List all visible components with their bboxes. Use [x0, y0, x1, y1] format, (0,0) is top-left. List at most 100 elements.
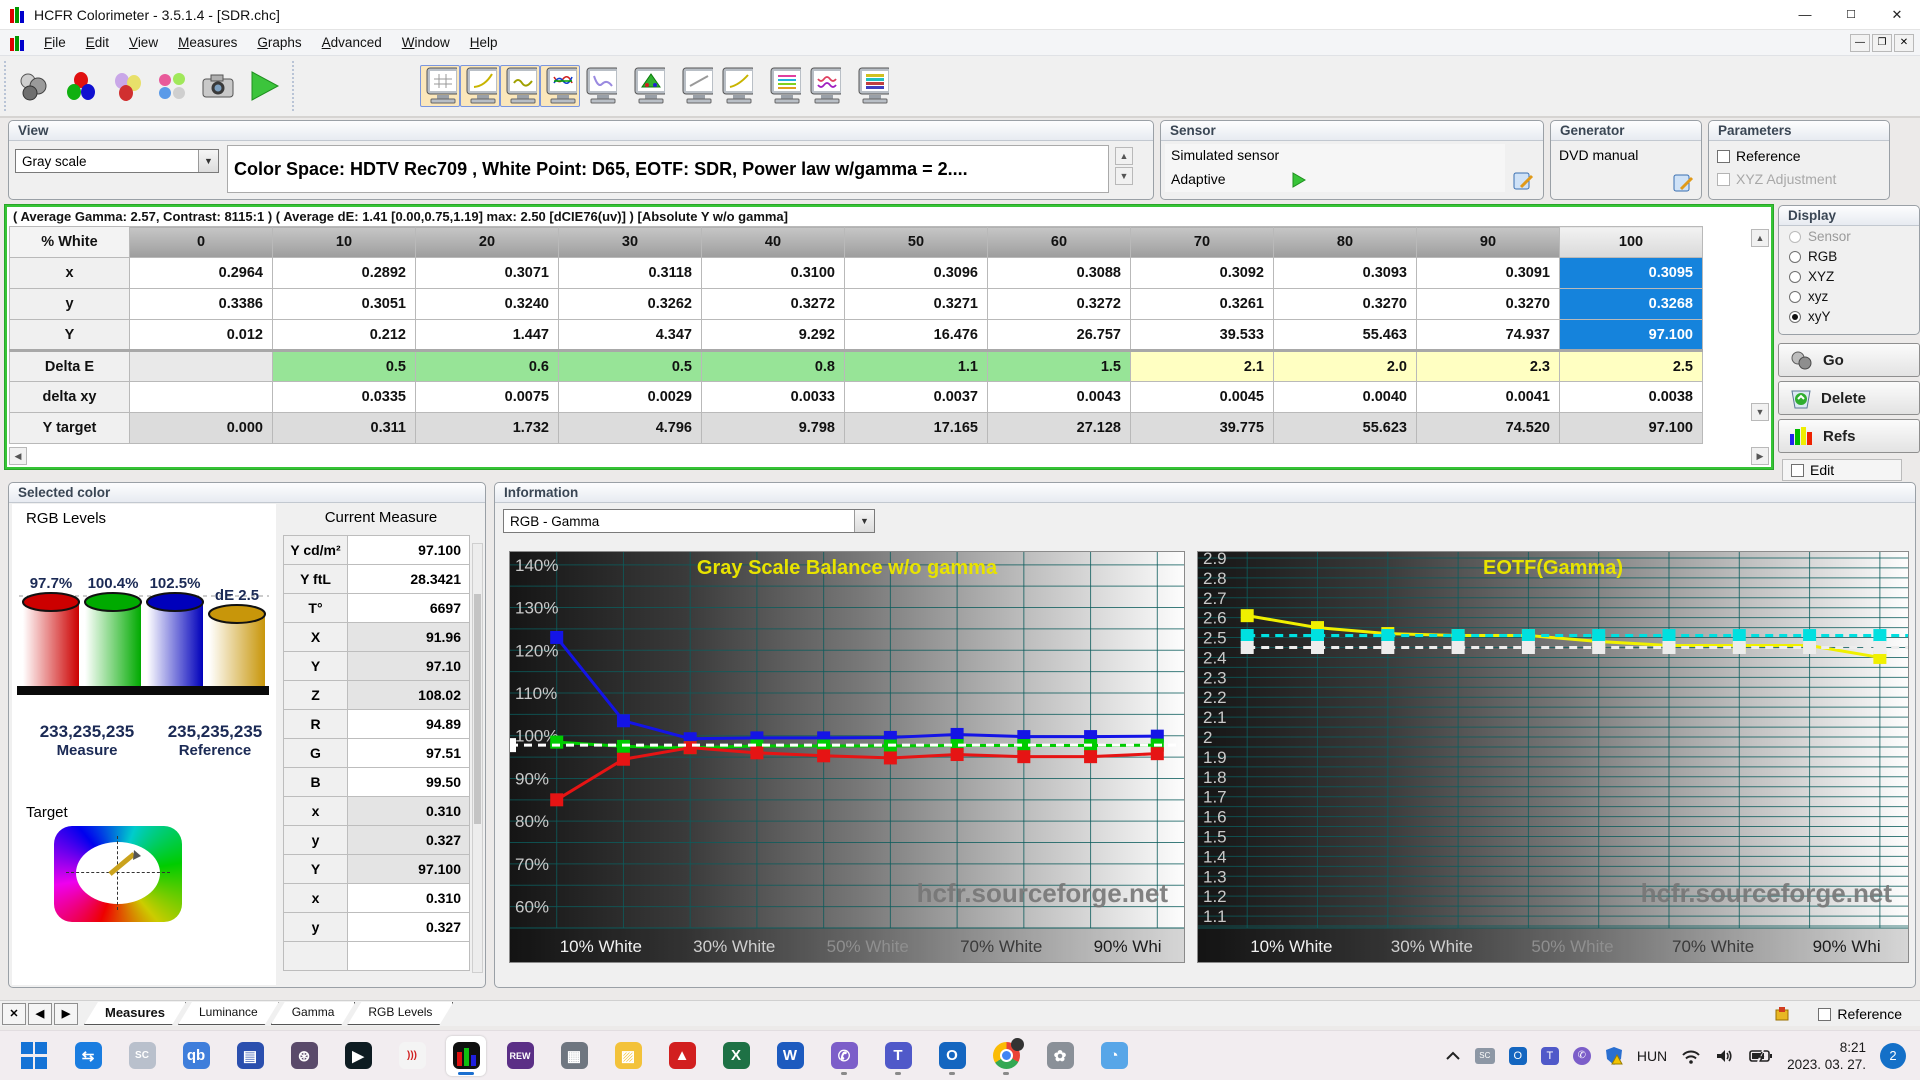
- taskbar-acrobat-icon[interactable]: ▲: [662, 1036, 702, 1076]
- measure-cell[interactable]: 0.3071: [415, 257, 559, 289]
- measure-cell[interactable]: 27.128: [987, 412, 1131, 444]
- wifi-icon[interactable]: [1681, 1048, 1701, 1064]
- measures-column-30[interactable]: 30: [558, 226, 702, 258]
- tab-luminance[interactable]: Luminance: [178, 1002, 279, 1025]
- maximize-button[interactable]: ☐: [1828, 0, 1874, 30]
- measure-cell[interactable]: 0.0335: [272, 381, 416, 413]
- close-button[interactable]: ✕: [1874, 0, 1920, 30]
- measure-cell[interactable]: 0.3095: [1559, 257, 1703, 289]
- menu-item-help[interactable]: Help: [460, 32, 508, 53]
- grayscale-spheres-button[interactable]: [12, 61, 58, 111]
- speaker-icon[interactable]: [1715, 1048, 1735, 1064]
- measure-cell[interactable]: 0.0038: [1559, 381, 1703, 413]
- measure-cell[interactable]: 55.623: [1273, 412, 1417, 444]
- measure-cell[interactable]: 1.5: [987, 349, 1131, 382]
- primary-colors-button[interactable]: [58, 61, 104, 111]
- refs-button[interactable]: Refs: [1778, 419, 1920, 453]
- tabs-next-button[interactable]: ▶: [54, 1002, 78, 1025]
- saturation-view-button[interactable]: [804, 65, 844, 107]
- cm-value[interactable]: 0.327: [347, 825, 470, 855]
- measure-cell[interactable]: 9.798: [701, 412, 845, 444]
- measure-cell[interactable]: 0.3272: [987, 288, 1131, 320]
- measure-cell[interactable]: 0.2964: [129, 257, 273, 289]
- gamma-curve-view-button[interactable]: [460, 65, 500, 107]
- mdi-close-button[interactable]: ✕: [1894, 33, 1914, 52]
- measure-cell[interactable]: 0.311: [272, 412, 416, 444]
- measure-grid-view-button[interactable]: [852, 65, 892, 107]
- taskbar-calculator-icon[interactable]: ▦: [554, 1036, 594, 1076]
- cm-value[interactable]: 0.327: [347, 912, 470, 942]
- measure-cell[interactable]: 0.3268: [1559, 288, 1703, 320]
- secondary-colors-button[interactable]: [104, 61, 150, 111]
- tray-screenconnect-icon[interactable]: SC: [1474, 1047, 1495, 1064]
- taskbar-file-explorer-icon[interactable]: ▨: [608, 1036, 648, 1076]
- go-button[interactable]: Go: [1778, 343, 1920, 377]
- measure-cell[interactable]: 9.292: [701, 319, 845, 351]
- measure-cell[interactable]: 0.3271: [844, 288, 988, 320]
- rgb-levels-view-button[interactable]: [540, 65, 580, 107]
- measure-cell[interactable]: 0.0043: [987, 381, 1131, 413]
- cm-value[interactable]: 97.51: [347, 738, 470, 768]
- cie-gamut-view-button[interactable]: [628, 65, 668, 107]
- delete-button[interactable]: Delete: [1778, 381, 1920, 415]
- measures-column-70[interactable]: 70: [1130, 226, 1274, 258]
- menu-item-edit[interactable]: Edit: [76, 32, 119, 53]
- measure-cell[interactable]: 39.533: [1130, 319, 1274, 351]
- measure-cell[interactable]: 39.775: [1130, 412, 1274, 444]
- tray-security-shield-icon[interactable]: [1605, 1046, 1623, 1066]
- taskbar-system-info-icon[interactable]: ◔: [1094, 1036, 1134, 1076]
- tab-gamma[interactable]: Gamma: [271, 1002, 356, 1025]
- measure-cell[interactable]: 1.447: [415, 319, 559, 351]
- reference-checkbox[interactable]: Reference: [1717, 148, 1801, 164]
- gamma-spin-down-button[interactable]: ▼: [1115, 167, 1133, 185]
- measure-cell[interactable]: 0.3261: [1130, 288, 1274, 320]
- measure-cell[interactable]: 97.100: [1559, 319, 1703, 351]
- measures-column-100[interactable]: 100: [1559, 226, 1703, 258]
- measure-cell[interactable]: 0.0029: [558, 381, 702, 413]
- colortemp-view-button[interactable]: [764, 65, 804, 107]
- taskbar-media-player-icon[interactable]: ▶: [338, 1036, 378, 1076]
- measure-cell[interactable]: 0.000: [129, 412, 273, 444]
- sensor-config-icon[interactable]: [1513, 171, 1535, 191]
- taskbar-atom-player-icon[interactable]: ⊛: [284, 1036, 324, 1076]
- menu-item-advanced[interactable]: Advanced: [312, 32, 392, 53]
- measure-cell[interactable]: 1.732: [415, 412, 559, 444]
- bottom-reference-checkbox[interactable]: Reference: [1818, 1006, 1902, 1022]
- taskbar-rew-icon[interactable]: REW: [500, 1036, 540, 1076]
- tray-outlook-icon[interactable]: O: [1508, 1046, 1527, 1065]
- measure-cell[interactable]: 26.757: [987, 319, 1131, 351]
- tray-teams-icon[interactable]: T: [1540, 1046, 1559, 1065]
- taskbar-word-icon[interactable]: W: [770, 1036, 810, 1076]
- measure-cell[interactable]: 0.3262: [558, 288, 702, 320]
- measure-cell[interactable]: 97.100: [1559, 412, 1703, 444]
- measure-cell[interactable]: 0.3093: [1273, 257, 1417, 289]
- current-measure-scrollbar[interactable]: [472, 543, 483, 973]
- measures-column-0[interactable]: 0: [129, 226, 273, 258]
- edit-checkbox[interactable]: Edit: [1782, 459, 1902, 481]
- cm-value[interactable]: 94.89: [347, 709, 470, 739]
- tabs-close-button[interactable]: ✕: [2, 1002, 26, 1025]
- menu-item-view[interactable]: View: [119, 32, 168, 53]
- cm-value[interactable]: 97.100: [347, 854, 470, 884]
- measure-cell[interactable]: 55.463: [1273, 319, 1417, 351]
- grid-view-button[interactable]: [420, 65, 460, 107]
- taskbar-start-icon[interactable]: [14, 1036, 54, 1076]
- measure-cell[interactable]: 0.2892: [272, 257, 416, 289]
- tray-language-indicator[interactable]: HUN: [1637, 1048, 1667, 1064]
- measure-cell[interactable]: 0.3270: [1416, 288, 1560, 320]
- taskbar-teamviewer-icon[interactable]: ⇆: [68, 1036, 108, 1076]
- cm-value[interactable]: 97.10: [347, 651, 470, 681]
- cm-value[interactable]: 91.96: [347, 622, 470, 652]
- generator-config-icon[interactable]: [1673, 173, 1695, 193]
- measure-cell[interactable]: 4.347: [558, 319, 702, 351]
- measure-cell[interactable]: 0.012: [129, 319, 273, 351]
- cm-value[interactable]: 99.50: [347, 767, 470, 797]
- measure-cell[interactable]: 1.1: [844, 349, 988, 382]
- tab-rgb-levels[interactable]: RGB Levels: [347, 1002, 453, 1025]
- taskbar-save-tool-icon[interactable]: ▤: [230, 1036, 270, 1076]
- measure-cell[interactable]: 0.0045: [1130, 381, 1274, 413]
- measure-cell[interactable]: 0.0037: [844, 381, 988, 413]
- measure-cell[interactable]: 17.165: [844, 412, 988, 444]
- tray-viber-icon[interactable]: ✆: [1572, 1046, 1591, 1065]
- measure-cell[interactable]: 0.8: [701, 349, 845, 382]
